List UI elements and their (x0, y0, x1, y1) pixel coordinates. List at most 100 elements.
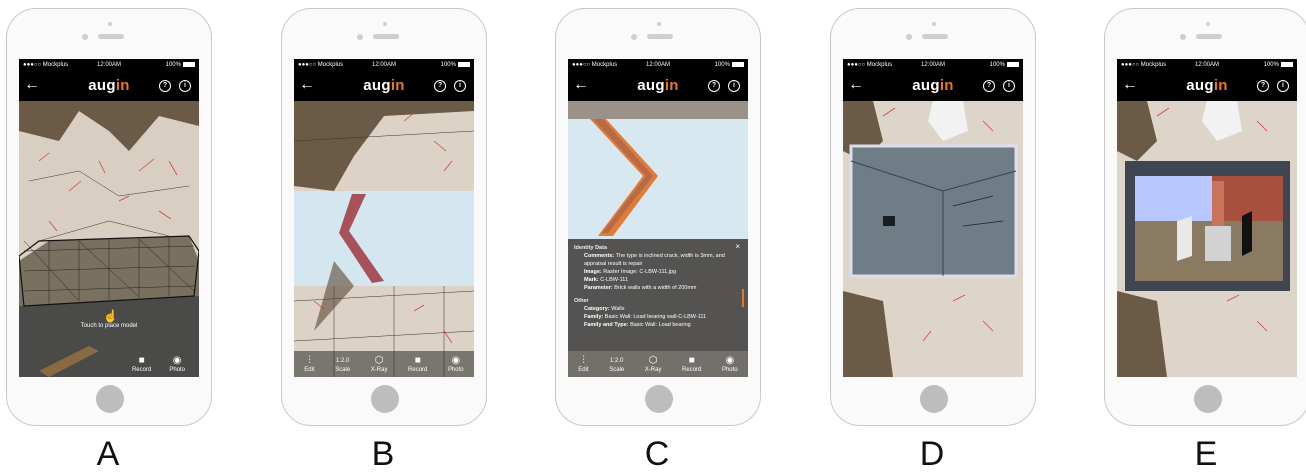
status-bar: ●●●○○ Mockplus 12:00AM 100% (843, 59, 1023, 71)
camera-view[interactable]: × Identity Data Comments: The type is in… (568, 101, 748, 377)
caption-a: A (96, 435, 120, 473)
phone-d: ●●●○○ Mockplus 12:00AM 100% ← augin ? i (830, 8, 1036, 426)
caption-e: E (1194, 435, 1218, 473)
battery-label: 100% (714, 62, 730, 69)
help-icon[interactable]: ? (434, 80, 446, 92)
home-button[interactable] (371, 385, 399, 413)
home-button[interactable] (920, 385, 948, 413)
speaker (373, 34, 399, 39)
toolbar: ■ Record ◉ Photo (19, 351, 199, 377)
home-button[interactable] (645, 385, 673, 413)
sensor-dot (1206, 22, 1210, 26)
record-button[interactable]: ■ Record (682, 355, 701, 373)
battery-label: 100% (1263, 62, 1279, 69)
camera-view[interactable]: ⫶ Edit 1:2.0 Scale ⬡ X-Ray ■ Record ◉ Photo (294, 101, 474, 377)
info-icon[interactable]: i (728, 80, 740, 92)
front-camera (631, 34, 637, 40)
status-bar: ●●●○○ Mockplus 12:00AM 100% (1117, 59, 1297, 71)
camera-feed (19, 101, 199, 377)
time-label: 12:00AM (645, 62, 670, 68)
battery-icon (731, 61, 744, 67)
phone-b: ●●●○○ Mockplus 12:00AM 100% ← augin ? i (281, 8, 487, 426)
hand-pointer-icon: ☝ (103, 309, 118, 323)
augin-logo: augin (294, 77, 474, 94)
speaker (647, 34, 673, 39)
screen: ●●●○○ Mockplus 12:00AM 100% ← augin ? i (19, 59, 199, 377)
edit-button[interactable]: ⫶ Edit (304, 355, 314, 373)
battery-icon (1006, 61, 1019, 67)
scale-icon: 1:2.0 (610, 358, 624, 364)
toolbar-label: Record (408, 367, 428, 373)
camera-view[interactable]: Touch to place model ☝ ■ Record ◉ Photo (19, 101, 199, 377)
property-key: Image: (584, 269, 602, 275)
close-icon[interactable]: × (735, 243, 740, 251)
scale-button[interactable]: 1:2.0 Scale (335, 355, 350, 373)
property-value: Walls (611, 306, 625, 312)
screen: ●●●○○ Mockplus 12:00AM 100% ← augin ? i (294, 59, 474, 377)
toolbar-label: Edit (304, 367, 315, 373)
info-icon[interactable]: i (1003, 80, 1015, 92)
toolbar: ⫶ Edit 1:2.0 Scale ⬡ X-Ray ■ Record ◉ Photo (568, 351, 748, 377)
speaker (1196, 34, 1222, 39)
help-icon[interactable]: ? (983, 80, 995, 92)
time-label: 12:00AM (1194, 62, 1219, 68)
scale-button[interactable]: 1:2.0 Scale (609, 355, 624, 373)
other-heading: Other (574, 298, 589, 304)
toolbar-label: Record (682, 367, 702, 373)
front-camera (906, 34, 912, 40)
help-icon[interactable]: ? (708, 80, 720, 92)
logo-accent: in (390, 77, 405, 94)
home-button[interactable] (1194, 385, 1222, 413)
caption-c: C (644, 435, 670, 473)
augin-logo: augin (1117, 77, 1297, 94)
photo-button[interactable]: ◉ Photo (169, 355, 185, 373)
photo-button[interactable]: ◉ Photo (722, 355, 738, 373)
property-key: Parameter: (584, 285, 613, 291)
xray-button[interactable]: ⬡ X-Ray (645, 355, 662, 373)
help-icon[interactable]: ? (1257, 80, 1269, 92)
toolbar: ⫶ Edit 1:2.0 Scale ⬡ X-Ray ■ Record ◉ Photo (294, 351, 474, 377)
caption-b: B (371, 435, 395, 473)
camera-view[interactable] (843, 101, 1023, 377)
toolbar-label: Record (131, 367, 152, 373)
property-key: Mark: (584, 277, 599, 283)
photo-button[interactable]: ◉ Photo (448, 355, 464, 373)
edit-icon: ⫶ (308, 355, 311, 366)
camera-view[interactable] (1117, 101, 1297, 377)
photo-icon: ◉ (172, 355, 182, 366)
record-button[interactable]: ■ Record (132, 355, 151, 373)
xray-button[interactable]: ⬡ X-Ray (371, 355, 388, 373)
property-family: Family: Basic Wall: Load bearing wall-C-… (574, 313, 742, 321)
help-icon[interactable]: ? (159, 80, 171, 92)
status-bar: ●●●○○ Mockplus 12:00AM 100% (19, 59, 199, 71)
front-camera (1180, 34, 1186, 40)
front-camera (357, 34, 363, 40)
edit-button[interactable]: ⫶ Edit (578, 355, 588, 373)
time-label: 12:00AM (371, 62, 396, 68)
logo-accent: in (664, 77, 679, 94)
property-image: Image: Raster Image: C-LBW-111.jpg (574, 268, 742, 276)
augin-logo: augin (19, 77, 199, 94)
augin-logo: augin (568, 77, 748, 94)
record-button[interactable]: ■ Record (408, 355, 427, 373)
time-label: 12:00AM (920, 62, 945, 68)
scrollbar[interactable] (742, 289, 744, 307)
info-icon[interactable]: i (454, 80, 466, 92)
logo-accent: in (939, 77, 954, 94)
battery-icon (457, 61, 470, 67)
status-bar: ●●●○○ Mockplus 12:00AM 100% (568, 59, 748, 71)
sensor-dot (383, 22, 387, 26)
augin-logo: augin (843, 77, 1023, 94)
property-value: Basic Wall: Load bearing wall-C-LBW-111 (604, 314, 707, 320)
xray-icon: ⬡ (648, 355, 658, 366)
nav-bar: ← augin ? i (568, 71, 748, 101)
info-icon[interactable]: i (179, 80, 191, 92)
speaker (98, 34, 124, 39)
carrier-label: ●●●○○ Mockplus (1121, 62, 1167, 68)
record-icon: ■ (688, 355, 695, 366)
record-icon: ■ (414, 355, 421, 366)
nav-bar: ← augin ? i (843, 71, 1023, 101)
info-icon[interactable]: i (1277, 80, 1289, 92)
home-button[interactable] (96, 385, 124, 413)
properties-panel: × Identity Data Comments: The type is in… (568, 239, 748, 351)
